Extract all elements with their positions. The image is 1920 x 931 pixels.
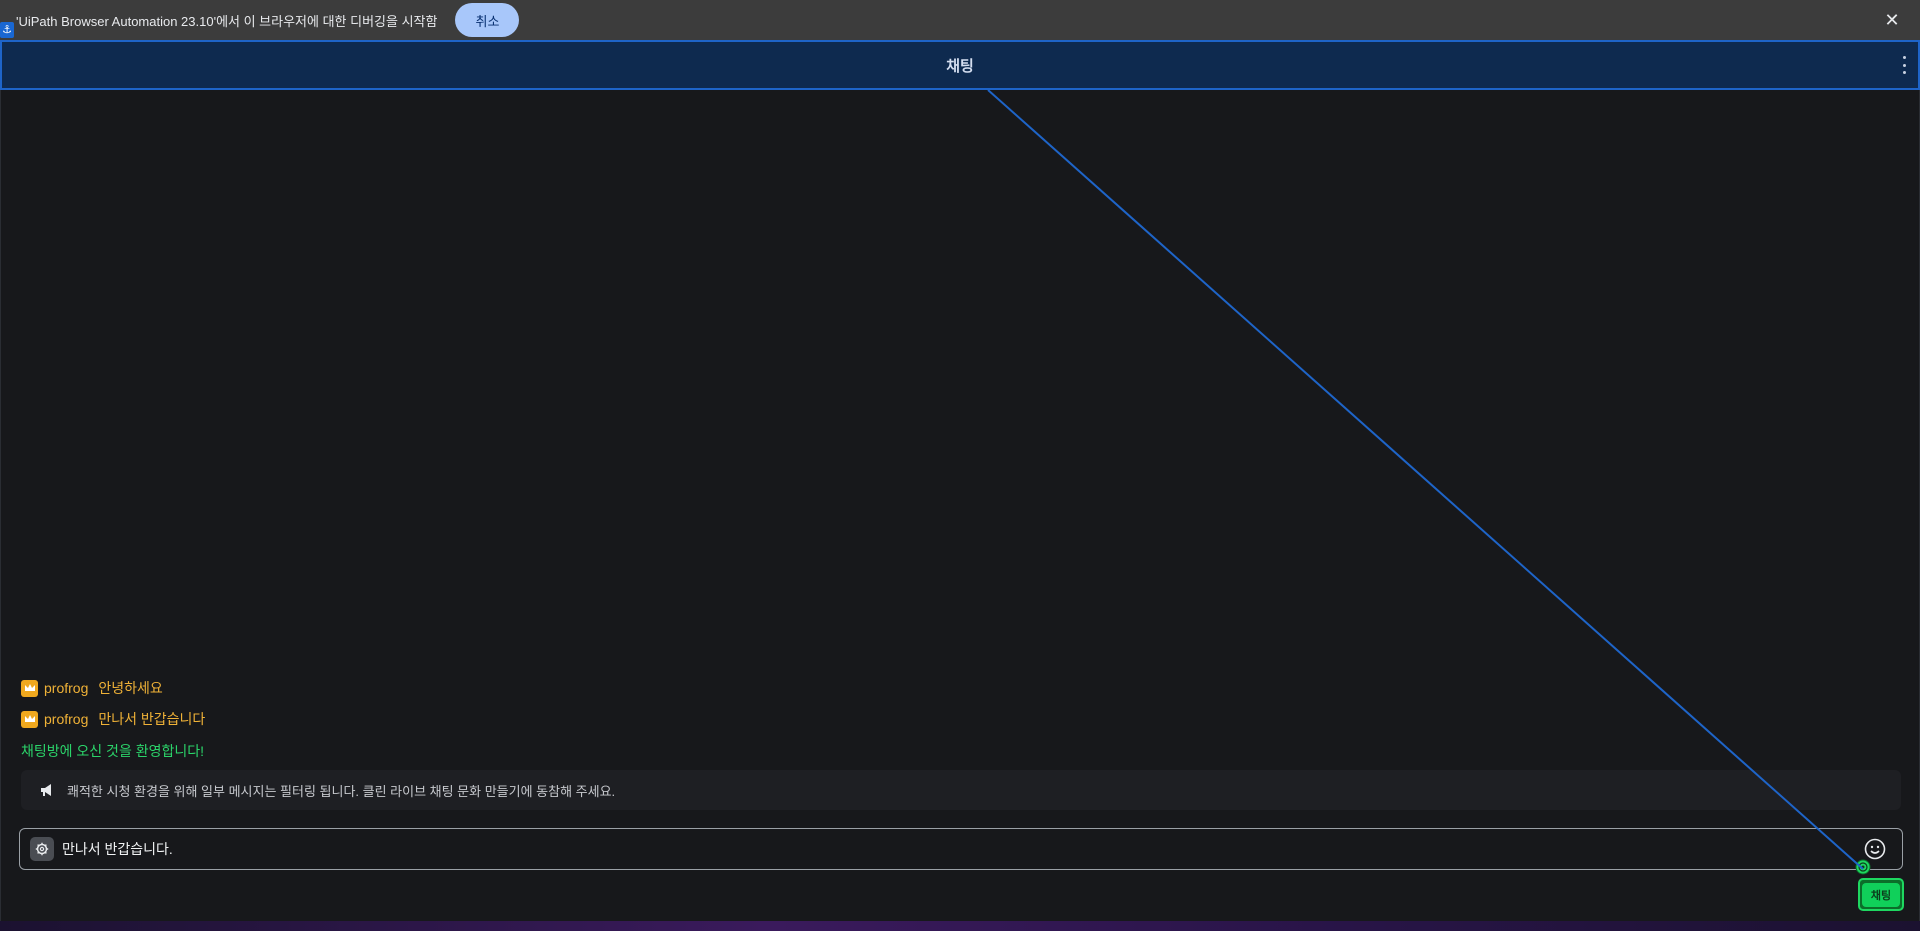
message-username[interactable]: profrog (44, 680, 88, 696)
infobar-message: 'UiPath Browser Automation 23.10'에서 이 브라… (16, 13, 438, 29)
crown-icon (21, 710, 38, 728)
megaphone-icon (41, 784, 51, 796)
target-icon (1855, 859, 1871, 875)
emoji-icon[interactable] (1864, 838, 1886, 860)
chat-message: profrog 안녕하세요 (21, 678, 163, 698)
settings-icon[interactable] (30, 837, 54, 861)
chat-title: 채팅 (946, 57, 974, 75)
notice-text: 쾌적한 시청 환경을 위해 일부 메시지는 필터링 됩니다. 클린 라이브 채팅… (67, 783, 616, 799)
chat-input-value[interactable]: 만나서 반갑습니다. (62, 839, 173, 859)
send-chat-label: 채팅 (1862, 882, 1900, 907)
anchor-icon: ⚓ (0, 22, 14, 38)
kebab-menu-icon[interactable] (1900, 56, 1908, 74)
filter-notice: 쾌적한 시청 환경을 위해 일부 메시지는 필터링 됩니다. 클린 라이브 채팅… (21, 770, 1901, 810)
debug-infobar: 'UiPath Browser Automation 23.10'에서 이 브라… (0, 0, 1920, 40)
send-chat-button[interactable]: 채팅 (1858, 878, 1904, 911)
cancel-debug-button[interactable]: 취소 (455, 3, 520, 37)
crown-icon (21, 679, 38, 697)
message-username[interactable]: profrog (44, 711, 88, 727)
welcome-message: 채팅방에 오신 것을 환영합니다! (21, 743, 204, 759)
chat-header: 채팅 (0, 40, 1920, 90)
taskbar-strip (0, 921, 1920, 931)
message-text: 만나서 반갑습니다 (98, 711, 206, 727)
chat-input-field[interactable]: 만나서 반갑습니다. (19, 828, 1903, 870)
message-text: 안녕하세요 (98, 680, 163, 696)
close-icon[interactable]: ✕ (1880, 8, 1904, 32)
chat-body: profrog 안녕하세요 profrog 만나서 반갑습니다 채팅방에 오신 … (0, 90, 1920, 931)
chat-message: profrog 만나서 반갑습니다 (21, 709, 205, 729)
